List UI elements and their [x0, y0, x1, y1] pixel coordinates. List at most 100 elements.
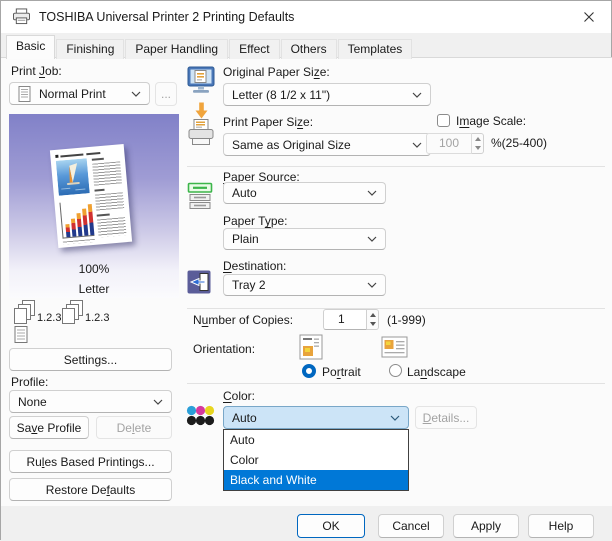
- close-button[interactable]: [575, 6, 603, 28]
- help-button[interactable]: Help: [528, 514, 594, 538]
- section-divider: [187, 308, 605, 309]
- print-size-printer-icon: [187, 119, 215, 151]
- spinner-up-icon: [367, 310, 378, 320]
- print-paper-size-label: Print Paper Size:: [223, 115, 313, 129]
- tab-effect[interactable]: Effect: [229, 39, 279, 59]
- spinner-down-icon: [367, 320, 378, 330]
- rules-based-printings-button[interactable]: Rules Based Printings...: [9, 450, 172, 473]
- paper-source-value: Auto: [232, 186, 367, 200]
- collate-label-1: 1.2.3: [37, 312, 61, 324]
- preview-page-thumbnail: [50, 144, 132, 248]
- chevron-down-icon: [412, 92, 422, 98]
- spinner-up-icon: [472, 134, 483, 144]
- paper-source-tray-icon: [187, 182, 213, 216]
- chevron-down-icon: [367, 190, 377, 196]
- print-preview: 100% Letter: [9, 114, 179, 298]
- apply-button[interactable]: Apply: [453, 514, 519, 538]
- tab-paper-handling[interactable]: Paper Handling: [125, 39, 228, 59]
- image-scale-range: %(25-400): [491, 136, 547, 150]
- section-divider: [187, 383, 605, 384]
- tab-basic[interactable]: Basic: [6, 35, 55, 59]
- portrait-page-icon: [299, 334, 323, 365]
- copies-spinner[interactable]: [367, 309, 379, 330]
- printing-defaults-dialog: TOSHIBA Universal Printer 2 Printing Def…: [0, 0, 612, 540]
- original-paper-size-value: Letter (8 1/2 x 11"): [232, 88, 412, 102]
- color-select[interactable]: Auto: [223, 406, 409, 429]
- print-job-more-button: ...: [155, 82, 177, 106]
- collate-label-2: 1.2.3: [85, 312, 109, 324]
- document-icon: [18, 86, 31, 102]
- preview-paper-name: Letter: [9, 282, 179, 296]
- tab-templates[interactable]: Templates: [338, 39, 413, 59]
- paper-type-select[interactable]: Plain: [223, 228, 386, 250]
- destination-tray-icon: [187, 270, 211, 299]
- printer-icon: [12, 8, 31, 30]
- color-value: Auto: [232, 411, 390, 425]
- print-job-select[interactable]: Normal Print: [9, 82, 150, 105]
- profile-select[interactable]: None: [9, 390, 172, 413]
- paper-source-select[interactable]: Auto: [223, 182, 386, 204]
- chevron-down-icon: [367, 236, 377, 242]
- destination-label: Destination:: [223, 259, 286, 273]
- color-option-auto[interactable]: Auto: [224, 430, 408, 450]
- color-option-color[interactable]: Color: [224, 450, 408, 470]
- copies-input[interactable]: 1: [323, 309, 367, 330]
- portrait-radio-label[interactable]: Portrait: [322, 365, 361, 379]
- basic-tab-page: Print Job: Normal Print ...: [1, 57, 612, 506]
- preview-bar-chart: [59, 200, 94, 239]
- copies-range: (1-999): [387, 313, 426, 327]
- dialog-footer: OK Cancel Apply Help: [1, 506, 612, 541]
- preview-zoom-level: 100%: [9, 262, 179, 276]
- tab-others[interactable]: Others: [281, 39, 337, 59]
- chevron-down-icon: [131, 91, 141, 97]
- image-scale-spinner: [472, 133, 484, 154]
- print-job-label: Print Job:: [11, 64, 62, 78]
- portrait-radio[interactable]: [302, 364, 316, 378]
- original-paper-size-select[interactable]: Letter (8 1/2 x 11"): [223, 83, 431, 106]
- original-paper-size-label: Original Paper Size:: [223, 65, 330, 79]
- save-profile-button[interactable]: Save Profile: [9, 416, 89, 439]
- chevron-down-icon: [390, 415, 400, 421]
- single-page-icon: [14, 326, 28, 348]
- paper-type-value: Plain: [232, 232, 367, 246]
- image-scale-label: Image Scale:: [456, 114, 526, 128]
- close-icon: [583, 11, 595, 23]
- collated-pages-icon: [61, 300, 84, 331]
- cancel-button[interactable]: Cancel: [378, 514, 444, 538]
- profile-label: Profile:: [11, 375, 48, 389]
- chevron-down-icon: [367, 282, 377, 288]
- settings-button[interactable]: Settings...: [9, 348, 172, 371]
- paper-type-label: Paper Type:: [223, 214, 288, 228]
- number-of-copies-label: Number of Copies:: [193, 313, 293, 327]
- landscape-radio[interactable]: [389, 364, 402, 377]
- color-dropdown-list: Auto Color Black and White: [223, 429, 409, 491]
- chevron-down-icon: [412, 142, 422, 148]
- ok-button[interactable]: OK: [297, 514, 365, 538]
- image-scale-input: 100: [426, 133, 472, 154]
- color-option-black-and-white[interactable]: Black and White: [224, 470, 408, 490]
- section-divider: [187, 166, 605, 167]
- profile-value: None: [18, 395, 153, 409]
- original-size-monitor-icon: [187, 66, 215, 101]
- orientation-label: Orientation:: [193, 342, 255, 356]
- details-button: Details...: [415, 406, 477, 429]
- tab-bar: Basic Finishing Paper Handling Effect Ot…: [6, 35, 413, 59]
- window-title: TOSHIBA Universal Printer 2 Printing Def…: [39, 1, 294, 33]
- title-bar: TOSHIBA Universal Printer 2 Printing Def…: [1, 1, 611, 33]
- toner-colors-icon: [186, 405, 216, 432]
- tab-finishing[interactable]: Finishing: [56, 39, 124, 59]
- delete-profile-button: Delete: [96, 416, 172, 439]
- restore-defaults-button[interactable]: Restore Defaults: [9, 478, 172, 501]
- color-label: Color:: [223, 389, 255, 403]
- print-paper-size-select[interactable]: Same as Original Size: [223, 133, 431, 156]
- landscape-radio-label[interactable]: Landscape: [407, 365, 466, 379]
- landscape-page-icon: [381, 336, 408, 363]
- destination-select[interactable]: Tray 2: [223, 274, 386, 296]
- chevron-down-icon: [153, 399, 163, 405]
- image-scale-checkbox[interactable]: [437, 114, 450, 127]
- destination-value: Tray 2: [232, 278, 367, 292]
- print-job-value: Normal Print: [39, 87, 131, 101]
- print-paper-size-value: Same as Original Size: [232, 138, 412, 152]
- spinner-down-icon: [472, 144, 483, 154]
- preview-photo: [56, 158, 90, 201]
